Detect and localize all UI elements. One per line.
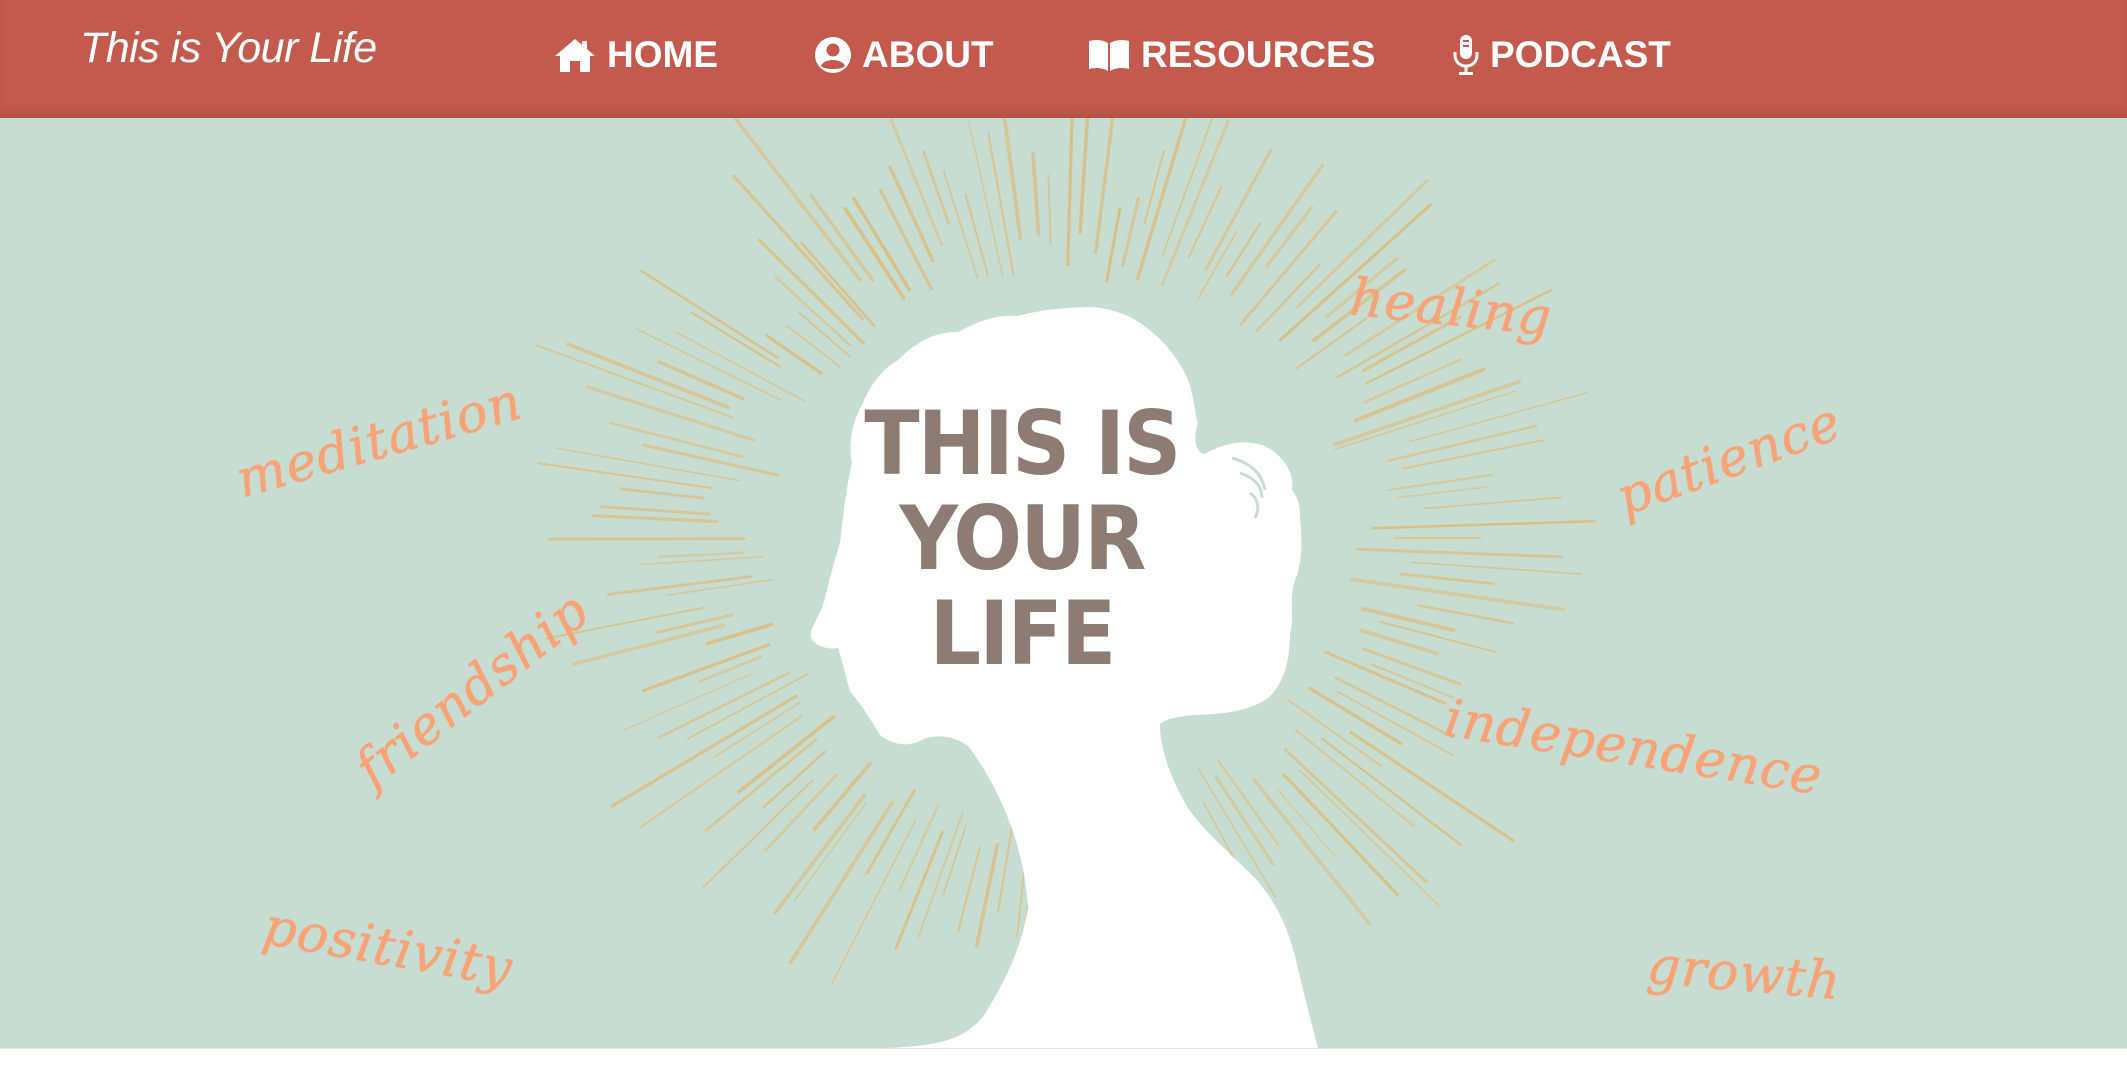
- nav-about-label: ABOUT: [862, 34, 994, 75]
- sunburst-ray: [1143, 150, 1165, 224]
- nav-podcast-label: PODCAST: [1490, 34, 1671, 75]
- sunburst-ray: [666, 578, 773, 597]
- sunburst-ray: [1334, 676, 1455, 739]
- sunburst-ray: [1239, 209, 1338, 326]
- sunburst-ray: [619, 487, 706, 500]
- site-brand-link[interactable]: This is Your Life: [80, 24, 377, 73]
- sunburst-ray: [1417, 604, 1515, 625]
- sunburst-ray: [1400, 572, 1495, 586]
- home-icon: [553, 37, 597, 73]
- sunburst-ray: [1161, 118, 1214, 256]
- sunburst-ray: [1349, 577, 1566, 612]
- sunburst-ray: [830, 820, 917, 985]
- sunburst-ray: [690, 311, 781, 368]
- sunburst-ray: [1121, 196, 1141, 267]
- sunburst-ray: [898, 803, 940, 891]
- sunburst-ray: [1410, 561, 1583, 575]
- sunburst-ray: [1288, 699, 1383, 768]
- sunburst-ray: [686, 673, 809, 740]
- sunburst-ray: [640, 269, 779, 359]
- sunburst-ray: [1105, 206, 1122, 283]
- book-open-icon: [1087, 38, 1131, 72]
- sunburst-ray: [1216, 759, 1280, 846]
- sunburst-ray: [764, 773, 839, 852]
- sunburst-ray: [974, 842, 1000, 948]
- sunburst-ray: [1078, 118, 1090, 235]
- sunburst-ray: [697, 655, 763, 683]
- microphone-icon: [1452, 34, 1480, 76]
- sunburst-ray: [639, 555, 764, 566]
- sunburst-ray: [657, 360, 745, 401]
- sunburst-ray: [1255, 263, 1321, 333]
- nav-resources-label: RESOURCES: [1141, 34, 1376, 75]
- sunburst-ray: [600, 505, 711, 516]
- nav-home-link[interactable]: HOME: [553, 30, 718, 80]
- hero-banner: THIS IS YOUR LIFE meditation friendship …: [0, 118, 2127, 1048]
- hero-title-line-1: THIS IS: [864, 392, 1181, 495]
- sunburst-ray: [957, 846, 981, 932]
- hero-title-line-2: YOUR: [899, 487, 1146, 590]
- sunburst-ray: [1355, 547, 1564, 559]
- nav-about-link[interactable]: ABOUT: [814, 30, 994, 80]
- sunburst-ray: [566, 342, 731, 410]
- nav-home-label: HOME: [607, 34, 718, 75]
- sunburst-ray: [1424, 496, 1562, 510]
- sunburst-ray: [537, 462, 714, 490]
- sunburst-ray: [1160, 118, 1231, 287]
- sunburst-ray: [547, 537, 746, 541]
- sunburst-ray: [1031, 152, 1041, 237]
- user-circle-icon: [814, 36, 852, 74]
- nav-resources-link[interactable]: RESOURCES: [1087, 30, 1375, 80]
- sunburst-ray: [704, 738, 818, 832]
- sunburst-ray: [1002, 118, 1023, 240]
- sunburst-ray: [712, 701, 802, 759]
- sunburst-ray: [852, 196, 912, 292]
- sunburst-ray: [1361, 606, 1456, 633]
- sunburst-ray: [800, 241, 876, 328]
- sunburst-ray: [655, 613, 734, 635]
- sunburst-ray: [556, 447, 741, 482]
- sunburst-ray: [764, 333, 823, 376]
- sunburst-ray: [657, 551, 745, 558]
- sunburst-ray: [1371, 519, 1596, 530]
- sunburst-ray: [773, 793, 867, 915]
- sunburst-ray: [1396, 486, 1487, 499]
- sunburst-ray: [1066, 118, 1074, 267]
- sunburst-ray: [702, 778, 815, 889]
- page-divider: [0, 1048, 2127, 1049]
- top-navbar: This is Your Life HOME ABOUT RESOURCES P…: [0, 0, 2127, 118]
- sunburst-ray: [591, 514, 719, 524]
- sunburst-ray: [1282, 772, 1400, 897]
- sunburst-ray: [786, 324, 841, 368]
- sunburst-ray: [641, 643, 771, 693]
- sunburst-ray: [967, 121, 1004, 277]
- sunburst-ray: [1225, 222, 1262, 278]
- sunburst-ray: [1370, 663, 1454, 699]
- hero-title-line-3: LIFE: [929, 582, 1117, 685]
- sunburst-ray: [964, 193, 990, 277]
- sunburst-ray: [1196, 230, 1238, 301]
- sunburst-ray: [797, 311, 851, 358]
- sunburst-ray: [1047, 174, 1052, 246]
- nav-podcast-link[interactable]: PODCAST: [1452, 30, 1671, 80]
- sunburst-ray: [793, 801, 868, 903]
- sunburst-ray: [610, 694, 798, 808]
- sunburst-ray: [1401, 439, 1545, 470]
